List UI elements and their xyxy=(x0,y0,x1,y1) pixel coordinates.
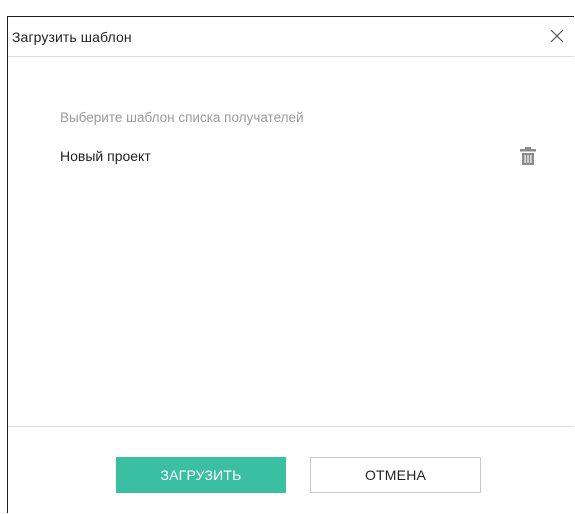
close-button[interactable] xyxy=(546,25,568,47)
hint-text: Выберите шаблон списка получателей xyxy=(60,110,304,125)
delete-template-button[interactable] xyxy=(518,145,538,167)
dialog-header: Загрузить шаблон xyxy=(8,17,574,57)
close-icon xyxy=(550,29,564,43)
template-item[interactable]: Новый проект xyxy=(60,143,540,169)
template-item-label: Новый проект xyxy=(60,148,151,164)
dialog-footer: ЗАГРУЗИТЬ ОТМЕНА xyxy=(8,426,574,514)
dialog-body: Выберите шаблон списка получателей Новый… xyxy=(8,57,574,442)
trash-icon xyxy=(520,147,536,165)
dialog-title: Загрузить шаблон xyxy=(12,29,132,45)
cancel-button[interactable]: ОТМЕНА xyxy=(310,457,481,493)
load-button[interactable]: ЗАГРУЗИТЬ xyxy=(116,457,286,493)
load-template-dialog: Загрузить шаблон Выберите шаблон списка … xyxy=(7,16,574,513)
